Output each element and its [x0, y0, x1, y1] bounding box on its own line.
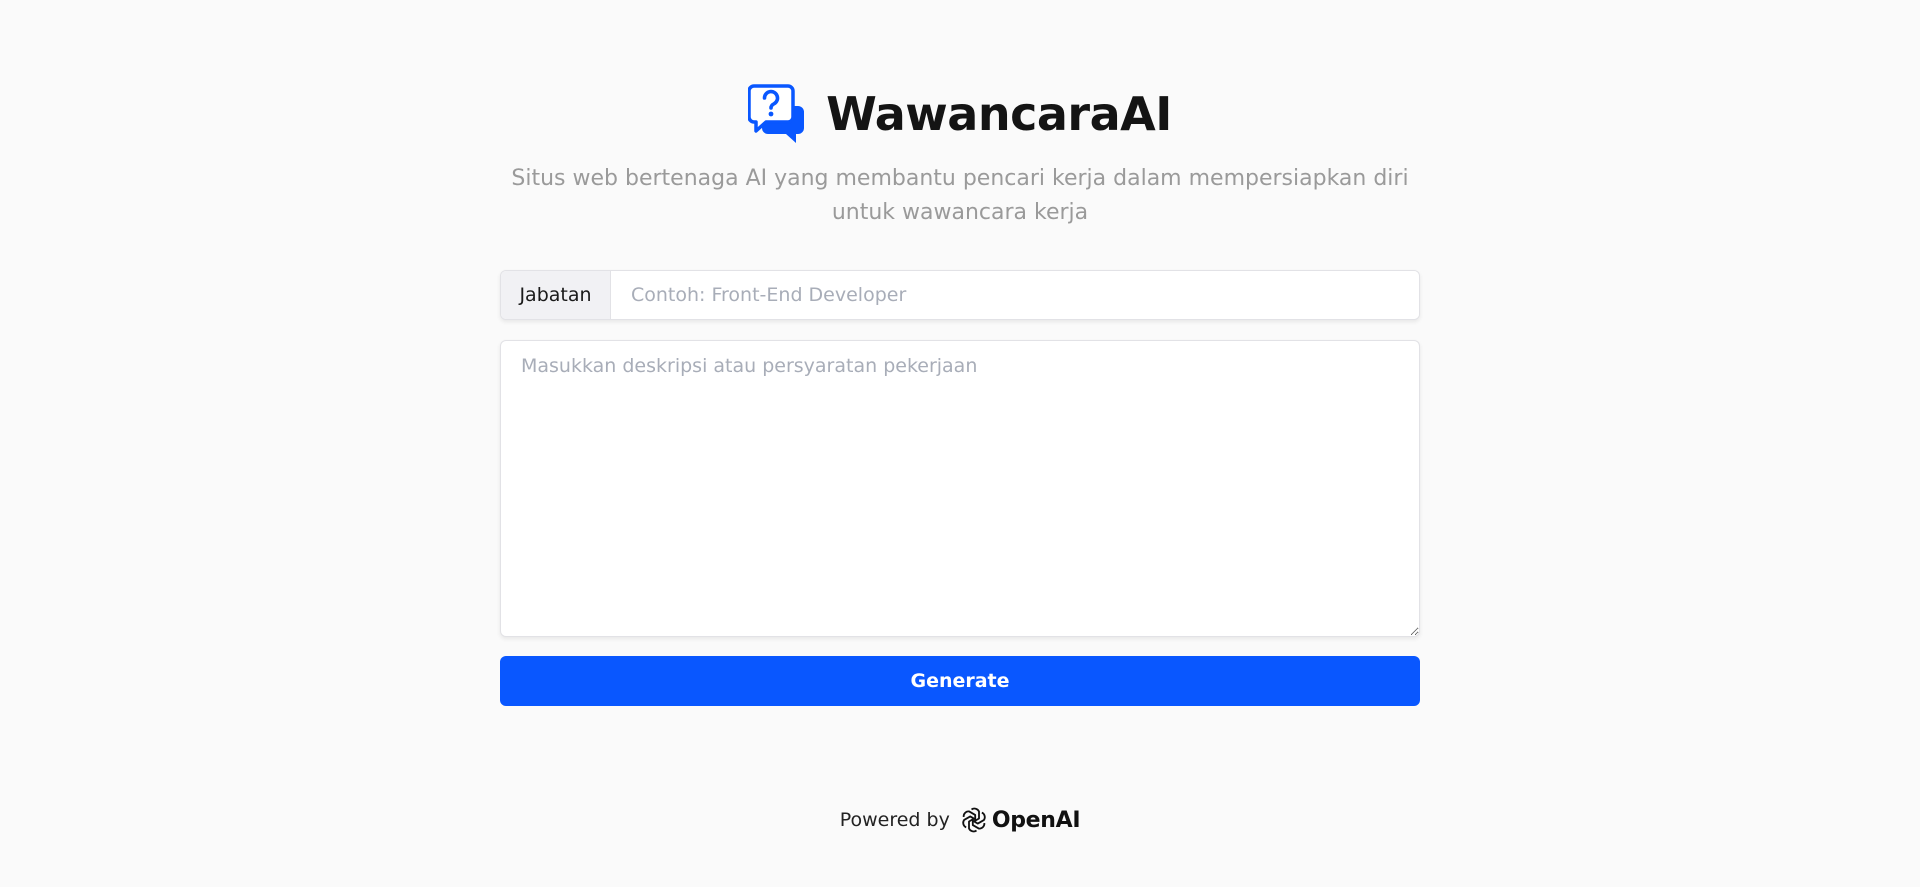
job-title-label: Jabatan: [501, 271, 611, 319]
powered-by-label: Powered by: [839, 809, 950, 831]
chat-question-icon: [748, 84, 805, 143]
job-title-input[interactable]: [611, 271, 1419, 319]
subtitle: Situs web bertenaga AI yang membantu pen…: [511, 166, 1409, 225]
generate-button[interactable]: Generate: [500, 656, 1420, 706]
footer: Powered by OpenAI: [0, 806, 1920, 834]
job-description-textarea[interactable]: [500, 340, 1420, 637]
app-title: WawancaraAI: [826, 87, 1172, 141]
openai-brand: OpenAI: [960, 806, 1081, 834]
job-title-group: Jabatan: [500, 270, 1420, 320]
openai-brand-name: OpenAI: [991, 807, 1081, 833]
page: WawancaraAI Situs web bertenaga AI yang …: [0, 0, 1920, 887]
header: WawancaraAI: [0, 84, 1920, 144]
openai-icon: [962, 807, 986, 833]
